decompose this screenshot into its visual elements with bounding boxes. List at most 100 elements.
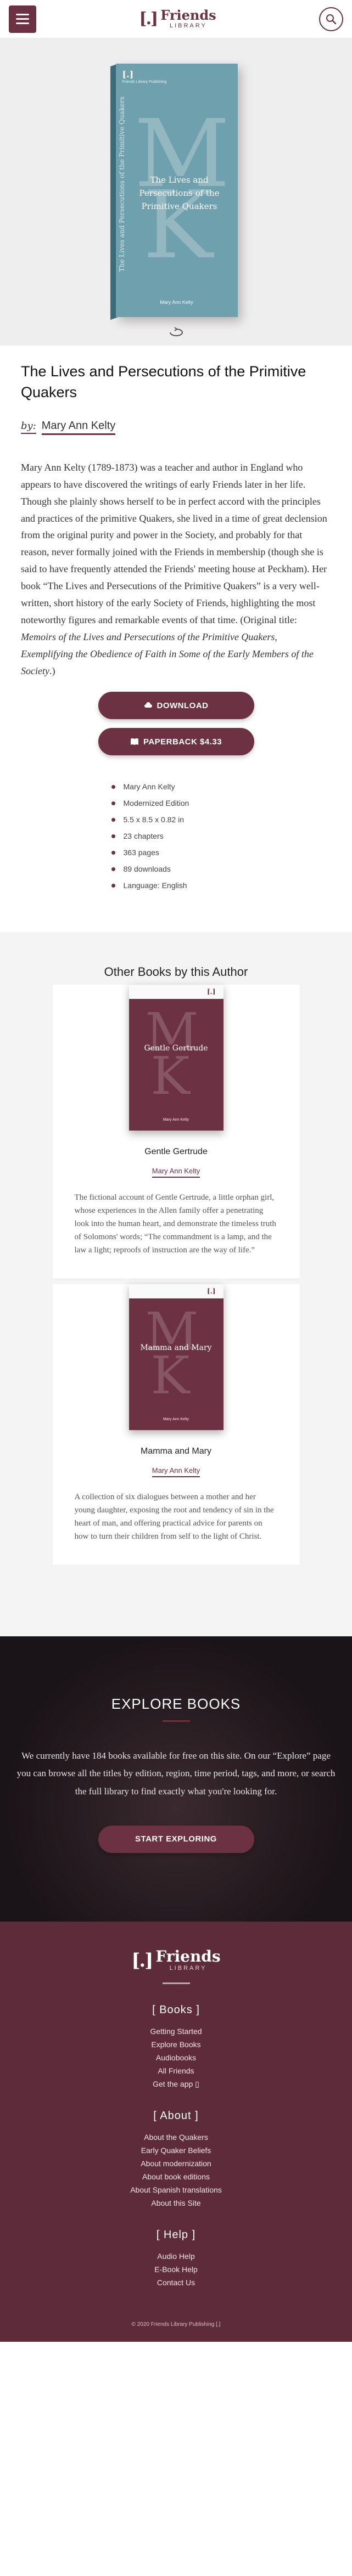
footer-logo[interactable]: [.] Friends LIBRARY <box>0 1949 352 1971</box>
description-end: .) <box>49 665 55 677</box>
explore-text: We currently have 184 books available fo… <box>16 1750 336 1797</box>
book-card-title[interactable]: Mamma and Mary <box>75 1447 278 1456</box>
book-hero: [.] Friends Library Publishing The Lives… <box>0 38 352 346</box>
book-card-cover[interactable]: [.] M K Mamma and Mary Mary Ann Kelty <box>128 1284 224 1431</box>
description-text: Mary Ann Kelty (1789-1873) was a teacher… <box>21 461 327 626</box>
book-3d-cover: [.] Friends Library Publishing The Lives… <box>110 60 238 320</box>
cover-title: The Lives and Persecutions of the Primit… <box>139 175 220 211</box>
book-title: The Lives and Persecutions of the Primit… <box>21 363 306 401</box>
book-details-list: Mary Ann Kelty Modernized Edition 5.5 x … <box>110 755 242 894</box>
footer-link-about-quakers[interactable]: About the Quakers <box>0 2131 352 2143</box>
footer-link-modernization[interactable]: About modernization <box>0 2157 352 2170</box>
cover-title: Gentle Gertrude <box>144 1044 208 1053</box>
footer-books-section: [ Books ] Getting Started Explore Books … <box>0 2004 352 2090</box>
hamburger-line <box>16 18 29 20</box>
copyright: © 2020 Friends Library Publishing [.] <box>0 2321 352 2328</box>
footer-link-audio-help[interactable]: Audio Help <box>0 2250 352 2262</box>
copyright-logo-mark: [.] <box>216 2321 221 2328</box>
book-title-block: The Lives and Persecutions of the Primit… <box>0 346 352 435</box>
copyright-text: © 2020 Friends Library Publishing <box>131 2321 215 2328</box>
footer-link-all-friends[interactable]: All Friends <box>0 2065 352 2077</box>
search-icon <box>326 14 337 24</box>
cloud-download-icon <box>144 702 152 708</box>
cover-author: Mary Ann Kelty <box>163 1417 189 1422</box>
footer-link-book-editions[interactable]: About book editions <box>0 2171 352 2183</box>
footer-link-explore-books[interactable]: Explore Books <box>0 2038 352 2050</box>
logo-text: Friends LIBRARY <box>160 9 216 29</box>
footer-link-spanish-translations[interactable]: About Spanish translations <box>0 2184 352 2196</box>
explore-section: Explore Books We currently have 184 book… <box>0 1636 352 1922</box>
footer-divider <box>162 1982 190 1985</box>
site-logo[interactable]: [.] Friends LIBRARY <box>139 9 216 29</box>
get-the-app-label: Get the app <box>153 2080 193 2089</box>
phone-icon: ▯ <box>195 2080 199 2089</box>
footer-link-audiobooks[interactable]: Audiobooks <box>0 2052 352 2064</box>
logo-title: Friends <box>160 7 216 23</box>
description-original-title: Memoirs of the Lives and Persecutions of… <box>21 631 314 677</box>
book-actions: Download Paperback $4.33 <box>0 692 352 756</box>
book-card-author-link[interactable]: Mary Ann Kelty <box>152 1167 200 1178</box>
site-footer: [.] Friends LIBRARY [ Books ] Getting St… <box>0 1922 352 2342</box>
detail-pages: 363 pages <box>110 844 242 861</box>
cover-logo: [.] <box>122 69 134 80</box>
detail-chapters: 23 chapters <box>110 828 242 844</box>
book-card-description: The fictional account of Gentle Gertrude… <box>74 1193 276 1255</box>
logo-title: Friends <box>155 1947 221 1966</box>
cover-spine-text: The Lives and Persecutions of the Primit… <box>118 97 126 272</box>
book-byline: by: Mary Ann Kelty <box>21 420 331 435</box>
rotate-book-icon[interactable] <box>168 327 185 338</box>
footer-link-quaker-beliefs[interactable]: Early Quaker Beliefs <box>0 2144 352 2156</box>
book-cover: [.] Friends Library Publishing The Lives… <box>115 64 238 317</box>
cover-logo: [.] <box>206 988 216 996</box>
start-exploring-button[interactable]: Start Exploring <box>98 1825 254 1853</box>
download-label: Download <box>157 701 209 710</box>
explore-heading: Explore Books <box>111 1696 241 1713</box>
book-card-author-link[interactable]: Mary Ann Kelty <box>152 1466 200 1478</box>
logo-text: Friends LIBRARY <box>155 1949 220 1971</box>
cover-author: Mary Ann Kelty <box>163 1118 189 1122</box>
book-card-title[interactable]: Gentle Gertrude <box>75 1147 278 1157</box>
logo-mark: [.] <box>139 9 158 29</box>
paperback-label: Paperback $4.33 <box>143 737 222 747</box>
hamburger-line <box>16 14 29 15</box>
footer-link-ebook-help[interactable]: E-Book Help <box>0 2263 352 2275</box>
cover-author: Mary Ann Kelty <box>160 300 193 305</box>
heading-underline <box>162 1720 190 1722</box>
cover-letter-k: K <box>150 1346 190 1406</box>
book-description: Mary Ann Kelty (1789-1873) was a teacher… <box>0 435 352 680</box>
footer-link-contact[interactable]: Contact Us <box>0 2276 352 2289</box>
footer-about-section: [ About ] About the Quakers Early Quaker… <box>0 2110 352 2209</box>
other-books-heading: Other Books by this Author <box>104 965 248 979</box>
cover-title: Mamma and Mary <box>140 1343 212 1353</box>
detail-author: Mary Ann Kelty <box>110 778 242 795</box>
detail-language: Language: English <box>110 877 242 894</box>
footer-link-getting-started[interactable]: Getting Started <box>0 2025 352 2037</box>
cover-publisher: Friends Library Publishing <box>122 80 167 84</box>
book-card: [.] M K Mamma and Mary Mary Ann Kelty Ma… <box>52 1284 300 1566</box>
detail-size: 5.5 x 8.5 x 0.82 in <box>110 811 242 828</box>
book-card: [.] M K Gentle Gertrude Mary Ann Kelty G… <box>52 985 300 1279</box>
logo-subtitle: LIBRARY <box>169 1965 207 1972</box>
author-link[interactable]: Mary Ann Kelty <box>41 420 116 435</box>
footer-books-heading: [ Books ] <box>152 2004 200 2016</box>
paperback-button[interactable]: Paperback $4.33 <box>98 728 254 756</box>
footer-about-heading: [ About ] <box>153 2110 199 2122</box>
book-card-description: A collection of six dialogues between a … <box>74 1493 274 1541</box>
book-card-cover[interactable]: [.] M K Gentle Gertrude Mary Ann Kelty <box>128 985 224 1131</box>
download-button[interactable]: Download <box>98 692 254 720</box>
by-label: by: <box>21 420 36 434</box>
detail-downloads: 89 downloads <box>110 861 242 877</box>
logo-subtitle: LIBRARY <box>169 22 207 29</box>
start-exploring-label: Start Exploring <box>135 1834 217 1844</box>
footer-help-heading: [ Help ] <box>156 2229 196 2241</box>
search-button[interactable] <box>319 7 343 31</box>
cover-logo: [.] <box>206 1287 216 1296</box>
site-header: [.] Friends LIBRARY <box>0 0 352 38</box>
book-icon <box>130 738 138 745</box>
other-books-section: Other Books by this Author [.] M K Gentl… <box>0 932 352 1637</box>
footer-link-get-the-app[interactable]: Get the app ▯ <box>0 2078 352 2090</box>
footer-link-about-site[interactable]: About this Site <box>0 2197 352 2209</box>
logo-mark: [.] <box>131 1949 153 1971</box>
cover-letter-k: K <box>150 1046 190 1107</box>
menu-button[interactable] <box>9 5 36 33</box>
